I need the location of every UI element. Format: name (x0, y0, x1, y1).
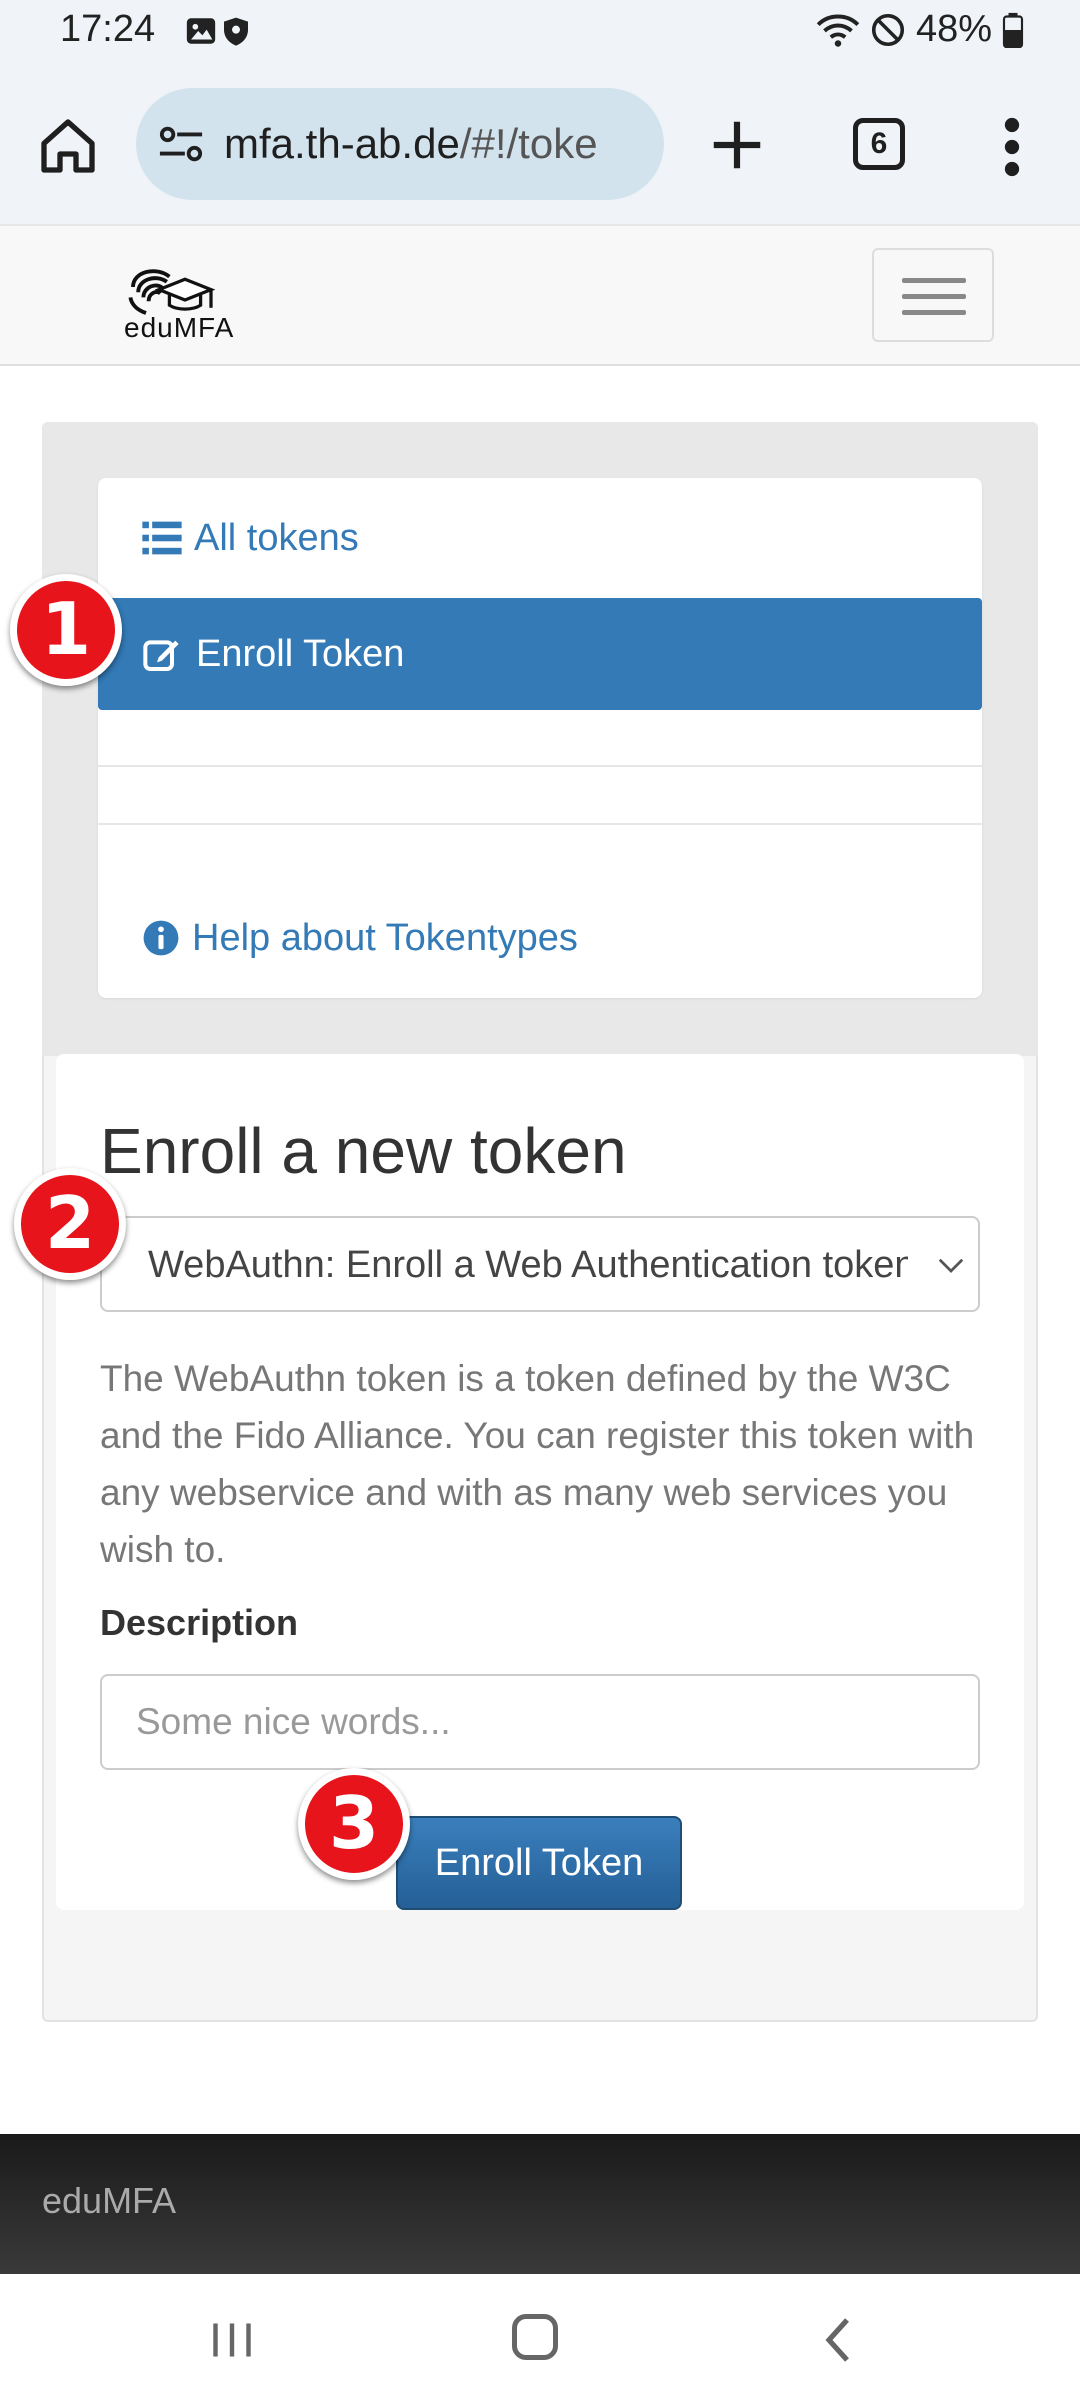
battery-icon (1002, 12, 1024, 48)
description-input[interactable] (100, 1674, 980, 1770)
annotation-badge-1: 1 (10, 574, 122, 686)
menu-item-all-tokens[interactable]: All tokens (98, 508, 982, 568)
url-text[interactable]: mfa.th-ab.de/#!/toke (224, 120, 598, 168)
site-settings-icon[interactable] (158, 124, 204, 164)
home-icon[interactable] (36, 114, 100, 178)
more-menu-icon[interactable] (1000, 114, 1024, 180)
info-icon (143, 920, 179, 956)
app-navbar: eduMFA (0, 224, 1080, 366)
navbar-toggle-button[interactable] (872, 248, 994, 342)
token-menu: All tokens Enroll Token Help about Token… (98, 478, 982, 998)
wifi-icon (816, 14, 860, 47)
menu-divider (98, 765, 982, 767)
battery-percent: 48% (915, 8, 992, 50)
annotation-badge-3: 3 (298, 1768, 410, 1880)
tabs-icon[interactable]: 6 (853, 118, 905, 170)
menu-item-help-tokentypes[interactable]: Help about Tokentypes (98, 908, 982, 968)
do-not-disturb-icon (871, 13, 904, 46)
menu-item-label: Enroll Token (196, 632, 405, 675)
url-path: /#!/toke (459, 120, 598, 167)
enroll-token-button[interactable]: Enroll Token (396, 1816, 682, 1910)
page-title: Enroll a new token (100, 1115, 627, 1187)
status-time: 17:24 (60, 8, 156, 50)
shield-icon (224, 17, 248, 46)
menu-item-label: Help about Tokentypes (192, 916, 578, 959)
token-description-text: The WebAuthn token is a token defined by… (100, 1358, 975, 1570)
hamburger-line (902, 294, 966, 299)
address-bar[interactable]: mfa.th-ab.de/#!/toke (136, 88, 664, 200)
edit-icon (143, 640, 179, 671)
menu-item-label: All tokens (194, 516, 359, 559)
footer-text: eduMFA (42, 2180, 177, 2221)
hamburger-line (902, 278, 966, 283)
recent-apps-icon[interactable] (210, 2320, 254, 2360)
list-icon (142, 521, 182, 555)
description-label: Description (100, 1602, 299, 1643)
hamburger-line (902, 310, 966, 315)
enroll-panel: Enroll a new token WebAuthn: Enroll a We… (56, 1054, 1024, 1910)
url-host: mfa.th-ab.de (224, 120, 460, 167)
logo-text: eduMFA (124, 312, 235, 343)
annotation-badge-2: 2 (14, 1168, 126, 1280)
image-icon (186, 18, 216, 44)
menu-divider (98, 823, 982, 825)
token-type-selected: WebAuthn: Enroll a Web Authentication to… (148, 1244, 908, 1286)
chevron-down-icon (938, 1258, 964, 1273)
system-nav-bar (0, 2274, 1080, 2408)
back-icon[interactable] (822, 2316, 852, 2364)
system-home-icon[interactable] (512, 2314, 558, 2360)
browser-toolbar: mfa.th-ab.de/#!/toke 6 (0, 64, 1080, 224)
status-bar: 17:24 48% (0, 0, 1080, 64)
token-type-select[interactable]: WebAuthn: Enroll a Web Authentication to… (100, 1216, 980, 1312)
page-footer: eduMFA (0, 2134, 1080, 2274)
new-tab-icon[interactable] (706, 114, 768, 176)
menu-item-enroll-token[interactable]: Enroll Token (98, 598, 982, 710)
